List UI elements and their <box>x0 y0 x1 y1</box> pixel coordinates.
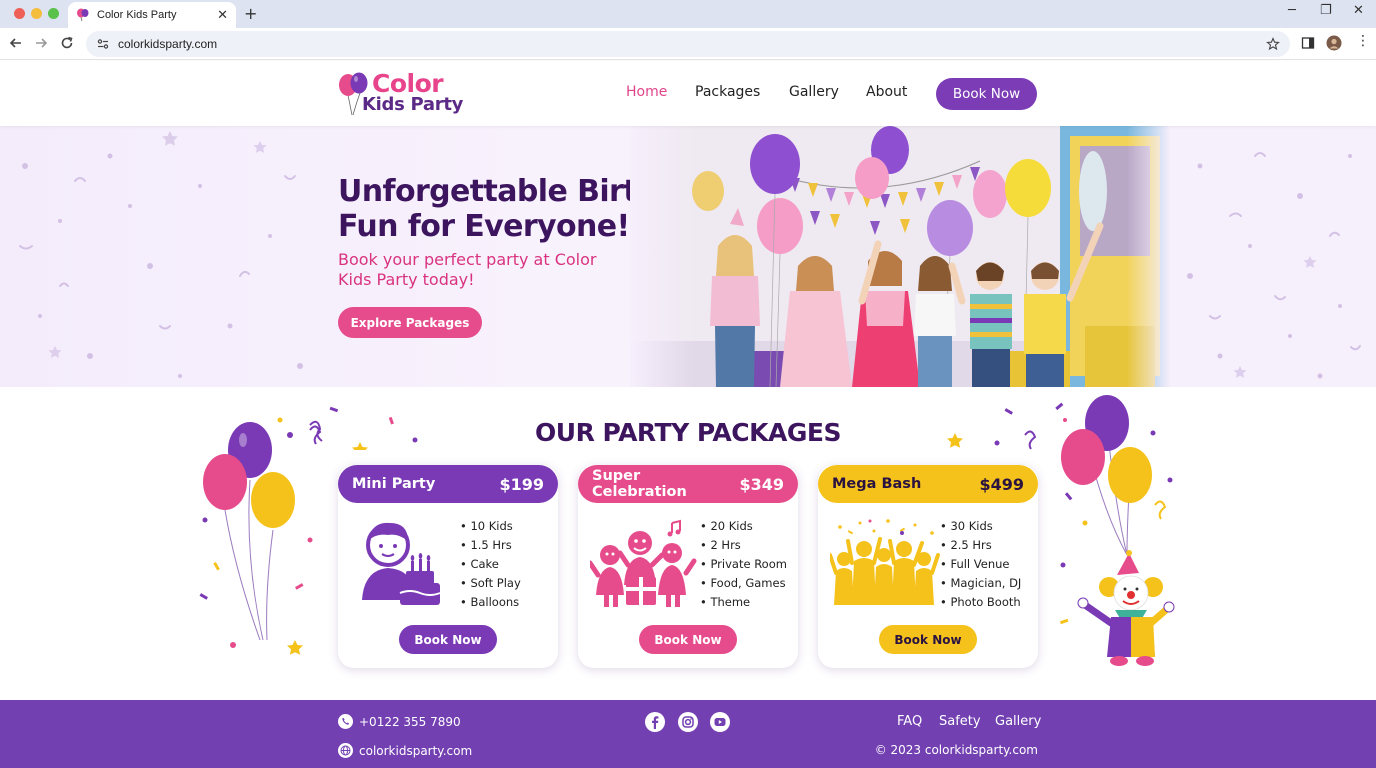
browser-tab-bar: Color Kids Party ✕ + ─ ❐ ✕ <box>0 0 1376 28</box>
close-icon[interactable]: ✕ <box>1353 3 1364 18</box>
facebook-icon[interactable] <box>645 712 665 732</box>
feature-item: Food, Games <box>700 574 787 593</box>
address-bar: colorkidsparty.com ⋮ <box>0 28 1376 60</box>
feature-item: 2 Hrs <box>700 536 787 555</box>
confetti-left-decoration <box>309 406 418 450</box>
tab-title: Color Kids Party <box>97 9 177 21</box>
package-price: $499 <box>979 474 1024 494</box>
url-field[interactable]: colorkidsparty.com <box>86 31 1290 57</box>
explore-packages-button[interactable]: Explore Packages <box>338 307 482 338</box>
feature-item: Photo Booth <box>940 593 1021 612</box>
feature-item: 2.5 Hrs <box>940 536 1021 555</box>
footer-website[interactable]: colorkidsparty.com <box>338 743 472 758</box>
card-header: Super Celebration $349 <box>578 465 798 503</box>
feature-item: Balloons <box>460 593 521 612</box>
mega-bash-book-now-button[interactable]: Book Now <box>879 625 977 654</box>
feature-list: 10 Kids 1.5 Hrs Cake Soft Play Balloons <box>460 517 521 612</box>
feature-item: Private Room <box>700 555 787 574</box>
phone-number: +0122 355 7890 <box>359 714 461 729</box>
feature-item: Soft Play <box>460 574 520 593</box>
package-name: Mega Bash <box>832 476 922 492</box>
feature-item: 10 Kids <box>460 517 521 536</box>
footer-link-gallery[interactable]: Gallery <box>995 714 1041 729</box>
nav-gallery[interactable]: Gallery <box>789 84 839 100</box>
tab-close-icon[interactable]: ✕ <box>217 8 228 23</box>
globe-icon <box>338 743 353 758</box>
nav-home[interactable]: Home <box>626 84 667 100</box>
hero-subtitle: Book your perfect party at Color Kids Pa… <box>338 250 597 289</box>
feature-item: Cake <box>460 555 521 574</box>
url-text: colorkidsparty.com <box>118 37 218 51</box>
feature-item: Magician, DJ <box>940 574 1021 593</box>
package-name: Super Celebration <box>592 468 687 500</box>
menu-kebab-icon[interactable]: ⋮ <box>1356 33 1370 49</box>
feature-list: 30 Kids 2.5 Hrs Full Venue Magician, DJ … <box>940 517 1021 612</box>
reload-icon[interactable] <box>59 35 75 51</box>
kids-party-photo <box>630 126 1170 387</box>
minimize-window-button[interactable] <box>31 8 42 19</box>
package-card-mini-party: Mini Party $199 10 Kids 1.5 Hrs Cake Sof… <box>338 465 558 668</box>
header-book-now-button[interactable]: Book Now <box>936 78 1037 110</box>
site-header: Color Kids Party Home Packages Gallery A… <box>0 61 1376 126</box>
footer-phone[interactable]: +0122 355 7890 <box>338 714 461 729</box>
super-celebration-book-now-button[interactable]: Book Now <box>639 625 737 654</box>
package-card-super-celebration: Super Celebration $349 20 Kids 2 Hrs Pri… <box>578 465 798 668</box>
back-arrow-icon[interactable] <box>8 35 24 51</box>
browser-tab[interactable]: Color Kids Party ✕ <box>68 2 236 28</box>
maximize-window-button[interactable] <box>48 8 59 19</box>
footer-link-faq[interactable]: FAQ <box>897 714 922 729</box>
feature-item: Full Venue <box>940 555 1021 574</box>
feature-item: 30 Kids <box>940 517 1021 536</box>
feature-item: 20 Kids <box>700 517 787 536</box>
close-window-button[interactable] <box>14 8 25 19</box>
logo[interactable]: Color Kids Party <box>338 69 468 119</box>
card-header: Mini Party $199 <box>338 465 558 503</box>
profile-avatar[interactable] <box>1326 35 1342 51</box>
new-tab-icon[interactable]: + <box>244 4 257 23</box>
package-name: Mini Party <box>352 476 436 492</box>
package-price: $349 <box>739 474 784 494</box>
instagram-icon[interactable] <box>678 712 698 732</box>
kid-with-cake-icon <box>362 522 441 605</box>
package-price: $199 <box>499 474 544 494</box>
balloon-favicon-icon <box>77 8 89 22</box>
bookmark-star-icon[interactable] <box>1266 37 1280 51</box>
kids-with-gift-icon <box>590 519 697 607</box>
restore-icon[interactable]: ❐ <box>1320 3 1332 18</box>
copyright: © 2023 colorkidsparty.com <box>874 743 1038 757</box>
logo-text-kids-party: Kids Party <box>362 94 464 115</box>
feature-item: 1.5 Hrs <box>460 536 521 555</box>
website-text: colorkidsparty.com <box>359 743 473 758</box>
package-card-mega-bash: Mega Bash $499 30 Kids 2.5 Hrs Full Venu… <box>818 465 1038 668</box>
phone-icon <box>338 714 353 729</box>
hero-section: Unforgettable Birthday Fun for Everyone!… <box>0 126 1376 387</box>
nav-packages[interactable]: Packages <box>695 84 760 100</box>
site-footer: +0122 355 7890 colorkidsparty.com FAQ Sa… <box>0 700 1376 768</box>
mini-party-book-now-button[interactable]: Book Now <box>399 625 497 654</box>
nav-about[interactable]: About <box>866 84 907 100</box>
card-header: Mega Bash $499 <box>818 465 1038 503</box>
site-settings-icon[interactable] <box>96 37 110 51</box>
forward-arrow-icon[interactable] <box>33 35 49 51</box>
side-panel-icon[interactable] <box>1301 36 1315 50</box>
youtube-icon[interactable] <box>710 712 730 732</box>
feature-list: 20 Kids 2 Hrs Private Room Food, Games T… <box>700 517 787 612</box>
minimize-icon[interactable]: ─ <box>1288 3 1296 18</box>
feature-item: Theme <box>700 593 787 612</box>
crowd-celebrating-icon <box>830 519 940 605</box>
footer-link-safety[interactable]: Safety <box>939 714 981 729</box>
